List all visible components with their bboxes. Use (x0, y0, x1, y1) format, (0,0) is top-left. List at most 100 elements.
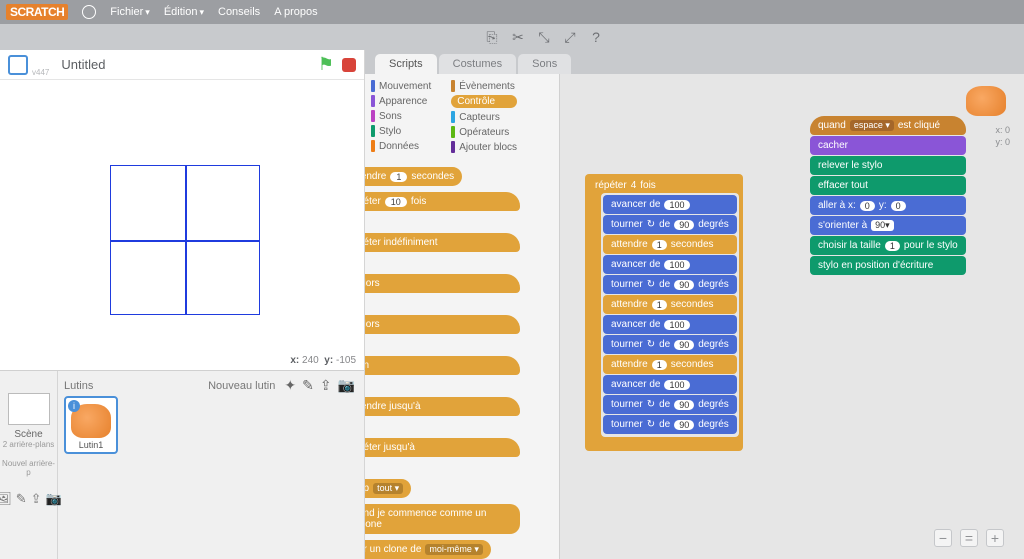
cut-icon[interactable]: ✂ (510, 29, 526, 45)
new-backdrop-label: Nouvel arrière-p (0, 459, 57, 477)
left-column: v447 Untitled ⚑ x: 240 y: -105 Scène 2 a… (0, 50, 365, 559)
grow-icon[interactable]: ⤡ (536, 29, 552, 45)
script-block[interactable]: attendre1secondes (603, 355, 737, 374)
category-mouvement[interactable]: Mouvement (371, 80, 431, 92)
sprites-list: Lutins Nouveau lutin ✦ ✎ ⇪ 📷 i Lutin1 (58, 371, 364, 559)
paint-sprite-icon[interactable]: ✎ (302, 377, 314, 394)
upload-backdrop-icon[interactable]: ⇪ (31, 491, 42, 507)
main-area: v447 Untitled ⚑ x: 240 y: -105 Scène 2 a… (0, 50, 1024, 559)
script-block[interactable]: attendre1secondes (603, 235, 737, 254)
script-block[interactable]: relever le stylo (810, 156, 966, 175)
palette-block[interactable]: alors (365, 274, 520, 293)
tab-sounds[interactable]: Sons (518, 54, 571, 74)
fullscreen-icon[interactable] (8, 55, 28, 75)
palette-block[interactable]: tendre1secondes (365, 167, 462, 186)
script-block[interactable]: tournerde90degrés (603, 395, 737, 414)
menubar: SCRATCH Fichier Édition Conseils A propo… (0, 0, 1024, 24)
palette-blocks: tendre1secondes péter10fois péter indéfini… (365, 161, 559, 559)
menu-tips[interactable]: Conseils (218, 6, 260, 18)
palette-block[interactable]: tendre jusqu'à (365, 397, 520, 416)
scene-thumbnail[interactable] (8, 393, 50, 425)
shrink-icon[interactable]: ⤢ (562, 29, 578, 45)
script-block[interactable]: cacher (810, 136, 966, 155)
palette-block[interactable]: on (365, 356, 520, 375)
menu-file[interactable]: Fichier (110, 6, 150, 18)
script-block[interactable]: avancer de100 (603, 315, 737, 334)
script-block[interactable]: avancer de100 (603, 375, 737, 394)
script-block[interactable]: effacer tout (810, 176, 966, 195)
sprite-panel: Scène 2 arrière-plans Nouvel arrière-p 🖼… (0, 370, 364, 559)
sprite-name: Lutin1 (68, 440, 114, 450)
category-apparence[interactable]: Apparence (371, 95, 431, 107)
stage-header: v447 Untitled ⚑ (0, 50, 364, 80)
script-block[interactable]: attendre1secondes (603, 295, 737, 314)
script-block[interactable]: tournerde90degrés (603, 275, 737, 294)
category-contrôle[interactable]: Contrôle (451, 95, 517, 108)
paint-backdrop-icon[interactable]: 🖼 (0, 491, 12, 507)
zoom-in-icon[interactable]: + (986, 529, 1004, 547)
script-canvas[interactable]: x: 0y: 0 répéter 4 fois avancer de100tou… (560, 74, 1024, 559)
sprite-item[interactable]: i Lutin1 (64, 396, 118, 454)
category-opérateurs[interactable]: Opérateurs (451, 126, 517, 138)
editor-body: Mouvement Apparence Sons Stylo Données Évène… (365, 74, 1024, 559)
sprite-info-icon[interactable]: i (68, 400, 80, 412)
script-stack-setup[interactable]: quandespace ▾est cliquécacherrelever le … (810, 116, 966, 276)
project-title[interactable]: Untitled (61, 57, 310, 72)
menu-about[interactable]: A propos (274, 6, 317, 18)
new-sprite-label: Nouveau lutin (208, 380, 275, 392)
script-block[interactable]: tournerde90degrés (603, 335, 737, 354)
script-block[interactable]: s'orienter à90▾ (810, 216, 966, 235)
script-block[interactable]: choisir la taille1pour le stylo (810, 236, 966, 255)
category-sons[interactable]: Sons (371, 110, 431, 122)
sprites-header: Lutins (64, 380, 208, 392)
categories: Mouvement Apparence Sons Stylo Données Évène… (365, 80, 559, 161)
palette-block[interactable]: péter jusqu'à (365, 438, 520, 457)
choose-sprite-icon[interactable]: ✦ (284, 377, 296, 394)
scene-column[interactable]: Scène 2 arrière-plans Nouvel arrière-p 🖼… (0, 371, 58, 559)
category-évènements[interactable]: Évènements (451, 80, 517, 92)
category-ajouter blocs[interactable]: Ajouter blocs (451, 141, 517, 153)
green-flag-icon[interactable]: ⚑ (318, 54, 334, 75)
script-block[interactable]: avancer de100 (603, 255, 737, 274)
stage[interactable]: x: 240 y: -105 (0, 80, 364, 370)
block-palette: Mouvement Apparence Sons Stylo Données Évène… (365, 74, 560, 559)
sprite-xy: x: 0y: 0 (995, 124, 1010, 148)
palette-block[interactable]: er un clone demoi-même ▾ (365, 540, 491, 559)
script-stack-repeat[interactable]: répéter 4 fois avancer de100tournerde90d… (585, 174, 743, 451)
tab-scripts[interactable]: Scripts (375, 54, 437, 74)
stop-icon[interactable] (342, 58, 356, 72)
zoom-out-icon[interactable]: − (934, 529, 952, 547)
brush-backdrop-icon[interactable]: ✎ (16, 491, 27, 507)
category-capteurs[interactable]: Capteurs (451, 111, 517, 123)
stage-coords: x: 240 y: -105 (290, 355, 356, 366)
script-block[interactable]: aller à x:0y:0 (810, 196, 966, 215)
stamp-icon[interactable]: ⎘ (484, 29, 500, 45)
stage-drawing (110, 165, 260, 315)
palette-block[interactable]: optout ▾ (365, 479, 411, 498)
script-block[interactable]: quandespace ▾est cliqué (810, 116, 966, 135)
scene-label: Scène (0, 429, 57, 440)
category-stylo[interactable]: Stylo (371, 125, 431, 137)
script-block[interactable]: avancer de100 (603, 195, 737, 214)
palette-block[interactable]: alors (365, 315, 520, 334)
globe-icon[interactable] (82, 5, 96, 19)
script-block[interactable]: stylo en position d'écriture (810, 256, 966, 275)
script-block[interactable]: tournerde90degrés (603, 215, 737, 234)
script-block[interactable]: tournerde90degrés (603, 415, 737, 434)
tabs: Scripts Costumes Sons (365, 50, 1024, 74)
palette-block[interactable]: péter indéfiniment (365, 233, 520, 252)
camera-sprite-icon[interactable]: 📷 (338, 377, 355, 394)
palette-block[interactable]: péter10fois (365, 192, 520, 211)
toolbar: ⎘ ✂ ⤡ ⤢ ? (0, 24, 1024, 50)
scratch-logo: SCRATCH (6, 4, 68, 20)
version-label: v447 (32, 68, 49, 77)
palette-block[interactable]: and je commence comme un clone (365, 504, 520, 534)
scene-sub: 2 arrière-plans (0, 440, 57, 449)
zoom-reset-icon[interactable]: = (960, 529, 978, 547)
category-données[interactable]: Données (371, 140, 431, 152)
tab-costumes[interactable]: Costumes (439, 54, 517, 74)
zoom-controls: − = + (934, 529, 1004, 547)
help-icon[interactable]: ? (588, 29, 604, 45)
menu-edit[interactable]: Édition (164, 6, 204, 18)
upload-sprite-icon[interactable]: ⇪ (320, 377, 332, 394)
